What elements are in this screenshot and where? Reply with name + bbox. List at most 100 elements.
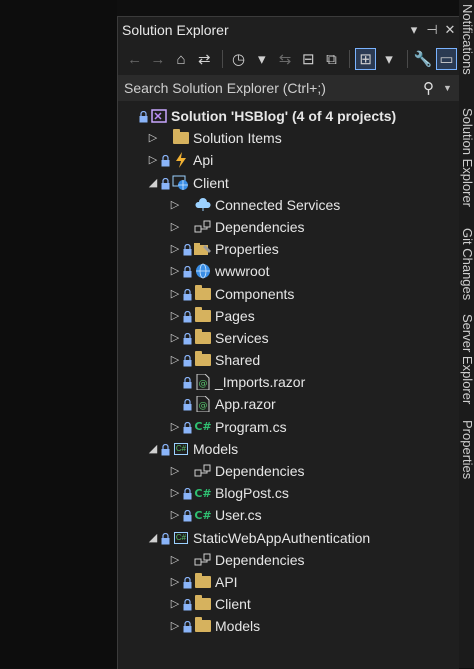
tree-item-label: Program.cs bbox=[215, 418, 287, 435]
search-input[interactable]: Search Solution Explorer (Ctrl+;) bbox=[118, 80, 423, 96]
tree-item[interactable]: ▷ Shared bbox=[118, 349, 459, 371]
pending-changes-filter-icon[interactable]: ◷ bbox=[228, 48, 249, 70]
tree-item[interactable]: ▷ Connected Services bbox=[118, 194, 459, 216]
tree-item[interactable]: ▷ Services bbox=[118, 327, 459, 349]
tree-item[interactable]: ▷ Components bbox=[118, 283, 459, 305]
tree-item-label: Api bbox=[193, 152, 214, 169]
expand-arrow-icon[interactable]: ▷ bbox=[170, 242, 180, 255]
tree-item[interactable]: ▷ Dependencies bbox=[118, 460, 459, 482]
lock-icon bbox=[161, 443, 170, 456]
lock-icon bbox=[183, 421, 192, 434]
tree-item[interactable]: ▷ C# BlogPost.cs bbox=[118, 482, 459, 504]
expand-arrow-icon[interactable]: ▷ bbox=[170, 486, 180, 499]
razor-file-icon: @ bbox=[194, 374, 212, 391]
tree-item[interactable]: ▷ Models bbox=[118, 615, 459, 637]
folder-icon bbox=[172, 129, 190, 146]
tree-item-label: Models bbox=[215, 618, 261, 635]
tree-item-label: Client bbox=[215, 596, 251, 613]
tree-item[interactable]: ▷ wwwroot bbox=[118, 260, 459, 282]
expand-arrow-icon[interactable]: ▷ bbox=[170, 198, 180, 211]
tree-item[interactable]: ◢ C# Models bbox=[118, 438, 459, 460]
tree-item-label: Services bbox=[215, 329, 269, 346]
filter-dropdown-icon[interactable]: ▾ bbox=[251, 48, 272, 70]
background-area bbox=[0, 0, 117, 668]
preview-selected-items-icon[interactable]: ⊞ bbox=[355, 48, 377, 70]
folder-icon bbox=[194, 306, 212, 324]
solution-tree: Solution 'HSBlog' (4 of 4 projects) ▷ Solu… bbox=[118, 105, 459, 638]
tree-item-label: User.cs bbox=[215, 507, 262, 524]
tree-item[interactable]: ▷ Properties bbox=[118, 238, 459, 260]
folder-icon bbox=[194, 328, 212, 346]
tree-item[interactable]: ◢ C# StaticWebAppAuthentication bbox=[118, 527, 459, 549]
forward-icon[interactable]: → bbox=[147, 48, 168, 70]
svg-text:@: @ bbox=[199, 379, 208, 389]
tree-item[interactable]: ▷ Client bbox=[118, 593, 459, 615]
close-icon[interactable]: ✕ bbox=[441, 22, 459, 38]
lock-icon bbox=[183, 398, 192, 411]
side-tab-notifications[interactable]: Notifications bbox=[460, 4, 474, 75]
side-tab-git-changes[interactable]: Git Changes bbox=[460, 228, 474, 300]
toggle-preview-icon[interactable]: ▭ bbox=[435, 48, 458, 70]
lock-icon bbox=[183, 332, 192, 345]
lock-icon bbox=[161, 532, 170, 545]
tree-item[interactable]: ◢ Client bbox=[118, 172, 459, 194]
tree-item-label: wwwroot bbox=[215, 263, 270, 280]
lock-icon bbox=[183, 288, 192, 300]
expand-arrow-icon[interactable]: ▷ bbox=[170, 553, 180, 566]
view-dropdown-icon[interactable]: ▾ bbox=[378, 48, 399, 70]
expand-arrow-icon[interactable]: ▷ bbox=[170, 331, 180, 344]
search-box[interactable]: Search Solution Explorer (Ctrl+;) ⚲ ▼ bbox=[118, 75, 459, 101]
search-icon[interactable]: ⚲ bbox=[423, 79, 443, 97]
collapse-arrow-icon[interactable]: ◢ bbox=[148, 531, 158, 544]
tree-item[interactable]: ▷ Pages bbox=[118, 305, 459, 327]
switch-views-icon[interactable]: ⇄ bbox=[194, 48, 215, 70]
side-tab-server-explorer[interactable]: Server Explorer bbox=[460, 314, 474, 404]
expand-arrow-icon[interactable]: ▷ bbox=[170, 287, 180, 300]
expand-arrow-icon[interactable]: ▷ bbox=[170, 464, 180, 477]
expand-arrow-icon[interactable]: ▷ bbox=[170, 597, 180, 610]
tree-item[interactable]: ▷ Dependencies bbox=[118, 216, 459, 238]
expand-arrow-icon[interactable]: ▷ bbox=[148, 153, 158, 166]
tree-item-label: Shared bbox=[215, 352, 261, 369]
dependencies-icon bbox=[194, 463, 212, 479]
tree-item[interactable]: @ _Imports.razor bbox=[118, 371, 459, 393]
expand-arrow-icon[interactable]: ▷ bbox=[170, 575, 180, 588]
collapse-arrow-icon[interactable]: ◢ bbox=[148, 442, 158, 455]
svg-text:@: @ bbox=[199, 401, 208, 411]
tree-item[interactable]: @ App.razor bbox=[118, 393, 459, 415]
expand-arrow-icon[interactable]: ▷ bbox=[170, 508, 180, 521]
toolbar-separator bbox=[406, 50, 408, 68]
tree-item[interactable]: ▷ C# Program.cs bbox=[118, 416, 459, 438]
tree-item[interactable]: ▷ API bbox=[118, 571, 459, 593]
expand-arrow-icon[interactable]: ▷ bbox=[170, 420, 180, 433]
dependencies-icon bbox=[194, 219, 212, 235]
tree-item[interactable]: ▷ Api bbox=[118, 149, 459, 171]
expand-arrow-icon[interactable]: ▷ bbox=[148, 131, 158, 144]
properties-wrench-icon[interactable]: 🔧 bbox=[413, 48, 434, 70]
collapse-arrow-icon[interactable]: ◢ bbox=[148, 176, 158, 189]
csharp-project-icon: C# bbox=[174, 442, 188, 455]
tree-item-label: _Imports.razor bbox=[215, 374, 306, 391]
pin-icon[interactable]: ⊣ bbox=[423, 22, 441, 38]
lock-icon bbox=[183, 265, 192, 278]
tree-item[interactable]: ▷ Solution Items bbox=[118, 127, 459, 149]
expand-arrow-icon[interactable]: ▷ bbox=[170, 220, 180, 233]
collapse-all-icon[interactable]: ⊟ bbox=[298, 48, 319, 70]
window-position-dropdown-icon[interactable]: ▾ bbox=[405, 22, 423, 38]
side-tab-properties[interactable]: Properties bbox=[460, 420, 474, 479]
side-tab-solution-explorer[interactable]: Solution Explorer bbox=[460, 108, 474, 207]
expand-arrow-icon[interactable]: ▷ bbox=[170, 619, 180, 632]
tree-item[interactable]: ▷ Dependencies bbox=[118, 549, 459, 571]
expand-arrow-icon[interactable]: ▷ bbox=[170, 353, 180, 366]
tree-item[interactable]: Solution 'HSBlog' (4 of 4 projects) bbox=[118, 105, 459, 127]
back-icon[interactable]: ← bbox=[124, 48, 145, 70]
expand-arrow-icon[interactable]: ▷ bbox=[170, 264, 180, 277]
expand-arrow-icon[interactable]: ▷ bbox=[170, 309, 180, 322]
search-options-dropdown-icon[interactable]: ▼ bbox=[443, 83, 459, 93]
show-all-files-icon[interactable]: ⧉ bbox=[321, 48, 342, 70]
sync-with-document-icon[interactable]: ⇆ bbox=[274, 48, 295, 70]
tree-item-label: Pages bbox=[215, 307, 255, 324]
home-icon[interactable]: ⌂ bbox=[170, 48, 191, 70]
tree-item[interactable]: ▷ C# User.cs bbox=[118, 504, 459, 526]
web-project-icon bbox=[172, 175, 190, 191]
